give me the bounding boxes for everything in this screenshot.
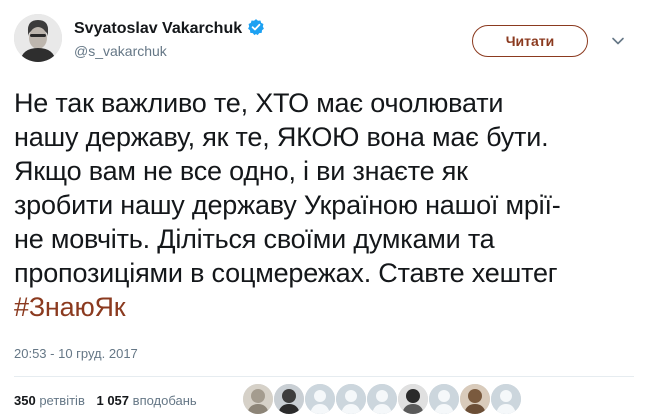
- hashtag-link[interactable]: #ЗнаюЯк: [14, 290, 634, 324]
- liker-placeholder-icon: [491, 384, 521, 414]
- liker-avatar[interactable]: [336, 384, 366, 414]
- liker-photo-icon: [274, 384, 304, 414]
- liker-placeholder-icon: [305, 384, 335, 414]
- retweets-label: ретвітів: [39, 393, 85, 408]
- liker-photo-icon: [460, 384, 490, 414]
- tweet-line: пропозиціями в соцмережах. Ставте хештег: [14, 258, 558, 288]
- liker-placeholder-icon: [429, 384, 459, 414]
- avatar-photo-icon: [14, 14, 62, 62]
- likers-avatars: [243, 384, 521, 414]
- tweet-line: нашу державу, як те, ЯКОЮ вона має бути.: [14, 122, 549, 152]
- likes-stat[interactable]: 1 057 вподобань: [96, 393, 196, 408]
- liker-avatar[interactable]: [398, 384, 428, 414]
- tweet-timestamp[interactable]: 20:53 - 10 груд. 2017: [14, 346, 138, 361]
- liker-avatar[interactable]: [367, 384, 397, 414]
- divider: [14, 376, 634, 377]
- retweets-stat[interactable]: 350 ретвітів: [14, 393, 85, 408]
- liker-photo-icon: [243, 384, 273, 414]
- liker-avatar[interactable]: [429, 384, 459, 414]
- likes-label: вподобань: [132, 393, 197, 408]
- tweet-line: Не так важливо те, ХТО має очолювати: [14, 88, 504, 118]
- tweet-line: Якщо вам не все одно, і ви знаєте як: [14, 156, 468, 186]
- liker-avatar[interactable]: [460, 384, 490, 414]
- liker-placeholder-icon: [367, 384, 397, 414]
- liker-photo-icon: [398, 384, 428, 414]
- user-name[interactable]: Svyatoslav Vakarchuk: [74, 18, 265, 38]
- tweet-line: не мовчіть. Діліться своїми думками та: [14, 224, 495, 254]
- user-name-text: Svyatoslav Vakarchuk: [74, 20, 243, 37]
- user-handle[interactable]: @s_vakarchuk: [74, 43, 167, 59]
- tweet-stats: 350 ретвітів 1 057 вподобань: [14, 393, 205, 408]
- likes-count: 1 057: [96, 393, 130, 408]
- follow-button[interactable]: Читати: [472, 25, 588, 57]
- liker-avatar[interactable]: [243, 384, 273, 414]
- user-avatar[interactable]: [14, 14, 62, 62]
- tweet-text: Не так важливо те, ХТО має очолювати наш…: [14, 86, 634, 324]
- chevron-down-icon[interactable]: [610, 33, 626, 49]
- retweets-count: 350: [14, 393, 36, 408]
- liker-avatar[interactable]: [274, 384, 304, 414]
- liker-placeholder-icon: [336, 384, 366, 414]
- tweet-line: зробити нашу державу Україною нашої мрії…: [14, 190, 561, 220]
- liker-avatar[interactable]: [491, 384, 521, 414]
- verified-badge-icon: [248, 19, 264, 36]
- liker-avatar[interactable]: [305, 384, 335, 414]
